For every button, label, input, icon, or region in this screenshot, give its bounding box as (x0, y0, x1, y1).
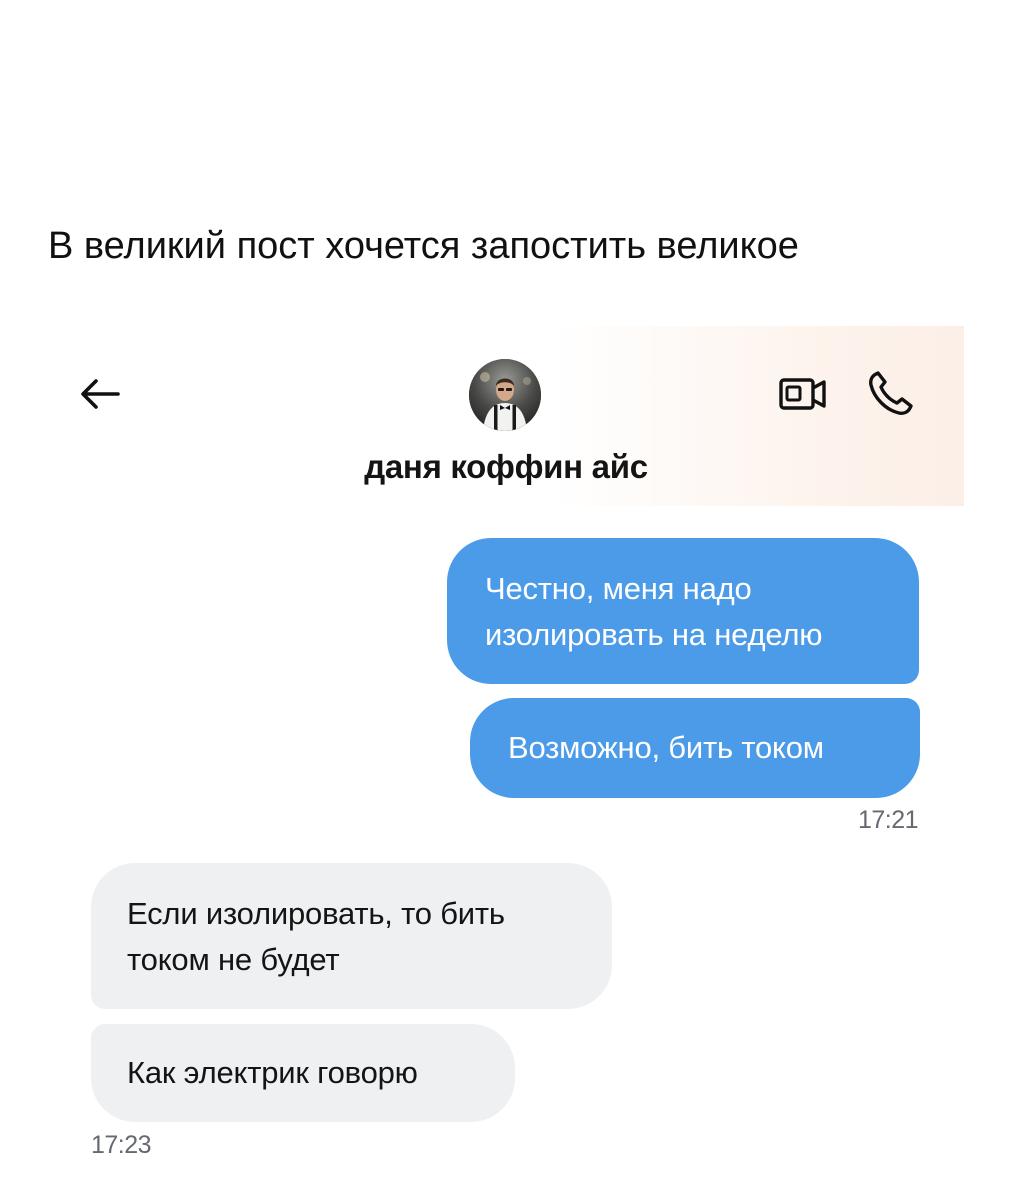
message-bubble-outgoing[interactable]: Честно, меня надо изолировать на неделю (447, 538, 919, 684)
chat-screenshot: даня коффин айс Честно, меня надо изолир… (48, 326, 964, 1176)
voice-call-button[interactable] (866, 370, 916, 418)
contact-name[interactable]: даня коффин айс (48, 446, 964, 488)
avatar-photo (469, 359, 541, 431)
video-call-button[interactable] (778, 374, 828, 414)
video-camera-icon (779, 378, 826, 410)
message-bubble-outgoing[interactable]: Возможно, бить током (470, 698, 920, 798)
arrow-left-icon (81, 379, 120, 409)
chat-header: даня коффин айс (48, 326, 964, 506)
message-timestamp: 17:21 (857, 806, 919, 834)
message-timestamp: 17:23 (91, 1131, 152, 1159)
post-text: В великий пост хочется запостить великое (48, 225, 799, 267)
avatar[interactable] (469, 359, 541, 431)
message-bubble-incoming[interactable]: Как электрик говорю (91, 1024, 515, 1122)
message-bubble-incoming[interactable]: Если изолировать, то бить током не будет (91, 863, 612, 1009)
back-button[interactable] (76, 374, 124, 414)
phone-icon (869, 371, 913, 415)
